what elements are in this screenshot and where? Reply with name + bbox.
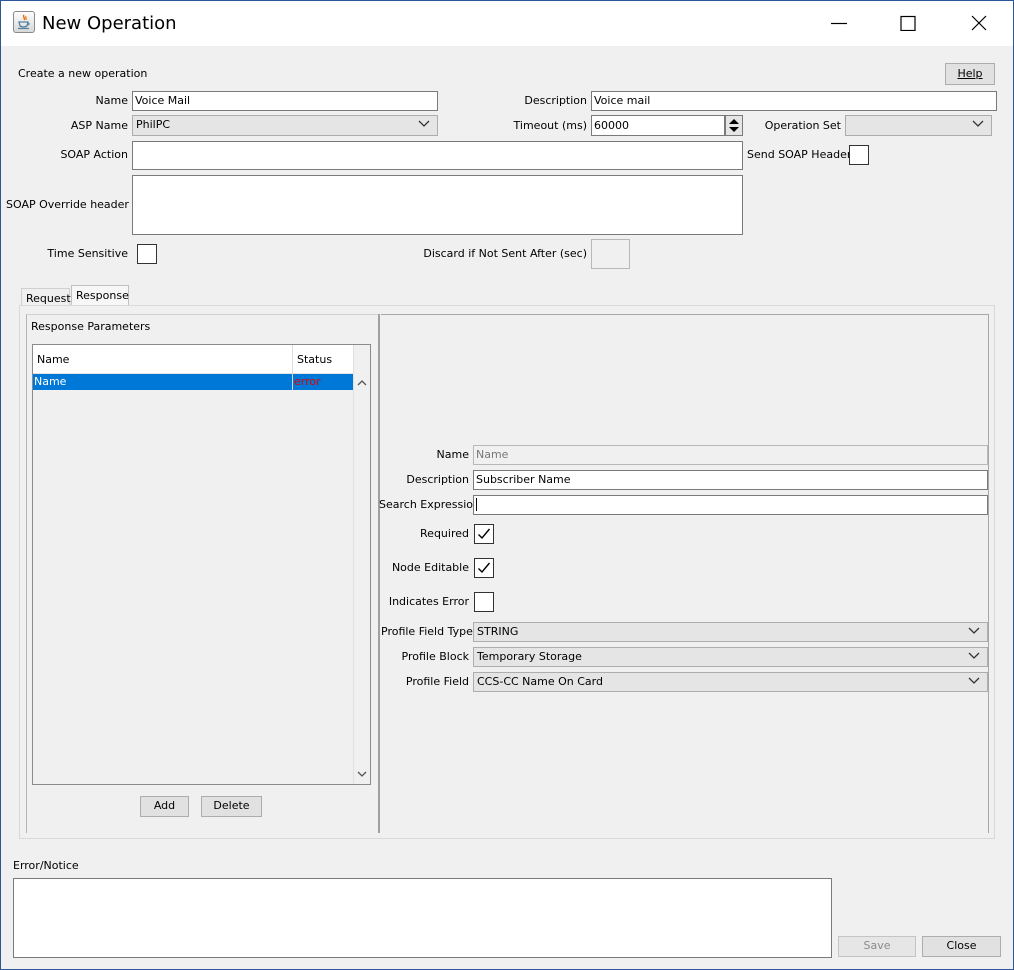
column-divider — [292, 345, 293, 374]
new-operation-window: New Operation Create a new operation Hel… — [0, 0, 1014, 970]
tab-request[interactable]: Request — [21, 288, 71, 306]
chevron-down-icon — [968, 627, 980, 634]
checkmark-icon — [478, 562, 491, 574]
timeout-label: Timeout (ms) — [513, 119, 587, 132]
save-button[interactable]: Save — [838, 936, 916, 957]
profile-field-type-select[interactable]: STRING — [473, 622, 988, 642]
column-header-status[interactable]: Status — [297, 353, 332, 366]
profile-field-type-label: Profile Field Type — [381, 625, 473, 638]
minimize-button[interactable] — [816, 1, 862, 46]
row-name-cell: Name — [34, 375, 67, 388]
spinner-arrows-icon — [729, 119, 739, 132]
operation-set-label: Operation Set — [764, 119, 841, 132]
delete-parameter-button[interactable]: Delete — [201, 796, 262, 817]
send-soap-header-checkbox[interactable] — [849, 145, 869, 165]
time-sensitive-checkbox[interactable] — [137, 244, 157, 264]
detail-description-input[interactable]: Subscriber Name — [473, 470, 988, 490]
help-button-label: Help — [957, 67, 983, 80]
node-editable-label: Node Editable — [391, 561, 469, 574]
chevron-down-icon — [972, 120, 984, 127]
chevron-down-icon — [968, 677, 980, 684]
operation-set-select[interactable] — [845, 115, 992, 136]
asp-name-value: PhilPC — [136, 118, 171, 131]
discard-if-not-sent-label: Discard if Not Sent After (sec) — [423, 247, 587, 260]
close-window-button[interactable] — [956, 1, 1002, 46]
create-operation-heading: Create a new operation — [18, 67, 148, 80]
tab-response[interactable]: Response — [71, 285, 129, 306]
detail-name-input: Name — [473, 445, 988, 465]
table-scrollbar[interactable] — [353, 345, 370, 784]
column-header-name[interactable]: Name — [37, 353, 69, 366]
scroll-down-icon[interactable] — [357, 771, 367, 778]
minimize-icon — [831, 22, 847, 25]
row-status-cell: error — [294, 375, 321, 388]
detail-description-label: Description — [406, 473, 469, 486]
maximize-icon — [900, 15, 916, 31]
soap-action-label: SOAP Action — [60, 148, 128, 161]
required-checkbox[interactable] — [474, 524, 494, 544]
soap-action-input[interactable] — [132, 141, 743, 170]
profile-block-label: Profile Block — [401, 650, 469, 663]
chevron-down-icon — [418, 120, 430, 127]
title-bar: New Operation — [1, 1, 1013, 46]
help-button[interactable]: Help — [945, 63, 995, 85]
name-input[interactable]: Voice Mail — [132, 91, 438, 111]
description-label: Description — [524, 94, 587, 107]
parameter-detail-panel — [381, 314, 989, 833]
window-title: New Operation — [42, 13, 177, 34]
response-parameters-title: Response Parameters — [31, 320, 151, 333]
indicates-error-label: Indicates Error — [388, 595, 469, 608]
search-expression-input[interactable] — [473, 495, 988, 515]
error-notice-box — [13, 878, 832, 958]
node-editable-checkbox[interactable] — [474, 558, 494, 578]
discard-if-not-sent-input — [591, 239, 630, 269]
maximize-button[interactable] — [885, 1, 931, 46]
java-app-icon — [13, 11, 35, 33]
indicates-error-checkbox[interactable] — [474, 592, 494, 612]
chevron-down-icon — [968, 652, 980, 659]
profile-field-value: CCS-CC Name On Card — [477, 675, 603, 688]
checkmark-icon — [478, 528, 491, 540]
timeout-spinner[interactable] — [725, 115, 743, 136]
scroll-up-icon[interactable] — [357, 379, 367, 386]
profile-block-select[interactable]: Temporary Storage — [473, 647, 988, 667]
table-row[interactable]: Name error — [33, 374, 353, 390]
time-sensitive-label: Time Sensitive — [47, 247, 128, 260]
required-label: Required — [420, 527, 469, 540]
detail-name-label: Name — [436, 448, 469, 461]
profile-field-select[interactable]: CCS-CC Name On Card — [473, 672, 988, 692]
close-icon — [971, 15, 987, 31]
soap-override-header-label: SOAP Override header — [6, 198, 129, 211]
asp-name-label: ASP Name — [70, 119, 128, 132]
description-input[interactable]: Voice mail — [591, 91, 997, 111]
profile-block-value: Temporary Storage — [477, 650, 582, 663]
name-label: Name — [95, 94, 128, 107]
timeout-input[interactable]: 60000 — [591, 115, 725, 136]
cell-divider — [292, 374, 293, 390]
response-parameters-table: Name Status Name error — [32, 344, 371, 785]
split-pane-divider[interactable] — [378, 314, 380, 833]
error-notice-label: Error/Notice — [13, 859, 79, 872]
text-cursor — [476, 498, 477, 511]
add-parameter-button[interactable]: Add — [140, 796, 189, 817]
profile-field-label: Profile Field — [405, 675, 469, 688]
search-expression-label: Search Expression — [379, 498, 480, 511]
asp-name-select[interactable]: PhilPC — [132, 115, 438, 136]
profile-field-type-value: STRING — [477, 625, 519, 638]
close-button[interactable]: Close — [922, 936, 1001, 957]
soap-override-header-input[interactable] — [132, 175, 743, 235]
send-soap-header-label: Send SOAP Header — [747, 148, 852, 161]
